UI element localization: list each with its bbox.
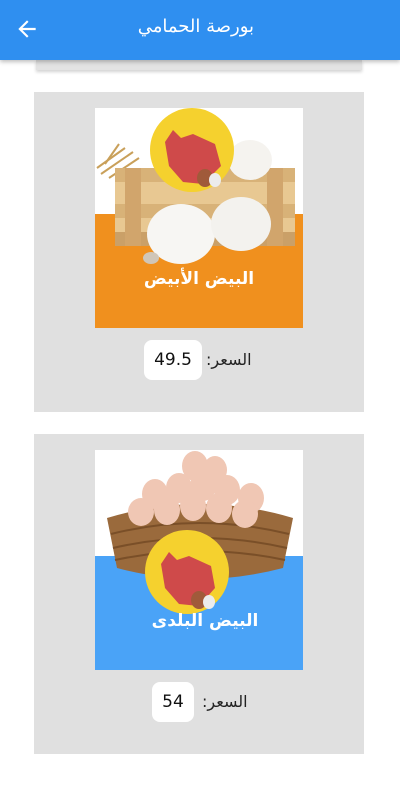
price-value: 54 xyxy=(152,682,194,722)
price-label: السعر: xyxy=(202,692,248,711)
arrow-left-icon[interactable] xyxy=(14,16,40,42)
white-eggs-image: البيض الأبيض xyxy=(95,108,303,328)
app-bar: بورصة الحمامي xyxy=(0,0,400,60)
price-label: السعر: xyxy=(206,350,252,369)
price-value: 49.5 xyxy=(144,340,202,380)
price-row: 54 السعر: xyxy=(34,682,364,722)
white-eggs-caption: البيض الأبيض xyxy=(144,268,254,289)
product-card-baladi-eggs[interactable]: البيض البلدى 54 السعر: xyxy=(34,434,364,754)
page-title: بورصة الحمامي xyxy=(137,16,254,37)
previous-card-edge xyxy=(36,60,362,70)
baladi-eggs-image: البيض البلدى xyxy=(95,450,303,670)
product-card-white-eggs[interactable]: البيض الأبيض 49.5 السعر: xyxy=(34,92,364,412)
baladi-eggs-caption: البيض البلدى xyxy=(152,611,259,631)
price-row: 49.5 السعر: xyxy=(34,340,364,380)
